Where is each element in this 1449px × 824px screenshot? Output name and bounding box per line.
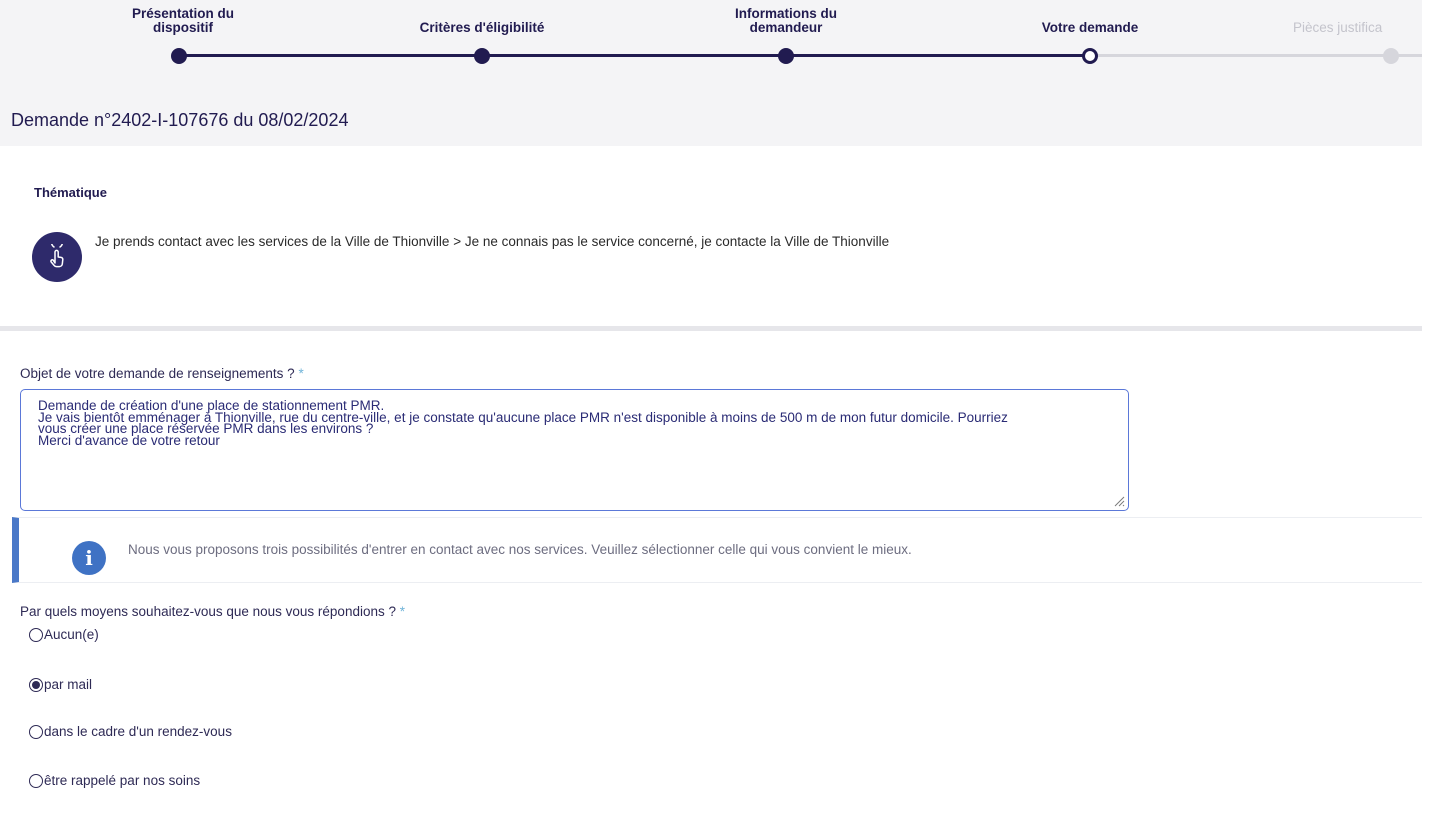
thematique-text: Je prends contact avec les services de l… — [95, 234, 890, 249]
stepper-track-done — [183, 54, 1090, 57]
stepper-track-future — [1090, 54, 1422, 57]
radio-label: être rappelé par nos soins — [44, 773, 201, 788]
touch-hand-icon — [32, 232, 82, 282]
radio-button[interactable] — [29, 677, 43, 692]
radio-button[interactable] — [29, 627, 43, 642]
info-alert: i Nous vous proposons trois possibilités… — [12, 517, 1422, 583]
radio-option-rendez-vous[interactable]: dans le cadre d'un rendez-vous — [29, 724, 232, 739]
radio-label: Aucun(e) — [44, 627, 99, 642]
reponse-label-text: Par quels moyens souhaitez-vous que nous… — [20, 604, 396, 619]
progress-stepper: Présentation du dispositif Critères d'él… — [0, 0, 1422, 75]
radio-option-rappel[interactable]: être rappelé par nos soins — [29, 773, 200, 788]
info-text: Nous vous proposons trois possibilités d… — [128, 542, 912, 557]
step-label-pieces[interactable]: Pièces justifica — [1293, 21, 1433, 35]
radio-button[interactable] — [29, 773, 43, 788]
step-dot-pieces[interactable] — [1383, 48, 1399, 64]
radio-button[interactable] — [29, 724, 43, 739]
step-label-votre-demande[interactable]: Votre demande — [990, 21, 1190, 35]
required-mark: * — [298, 366, 304, 381]
objet-label-text: Objet de votre demande de renseignements… — [20, 366, 295, 381]
radio-option-aucun[interactable]: Aucun(e) — [29, 627, 99, 642]
info-icon: i — [72, 541, 106, 575]
step-label-presentation[interactable]: Présentation du dispositif — [83, 7, 283, 35]
step-label-criteres[interactable]: Critères d'éligibilité — [382, 21, 582, 35]
resize-handle-icon[interactable] — [1113, 495, 1125, 507]
radio-option-par-mail[interactable]: par mail — [29, 677, 92, 692]
header-area: Présentation du dispositif Critères d'él… — [0, 0, 1422, 146]
objet-label: Objet de votre demande de renseignements… — [20, 366, 304, 381]
objet-textarea[interactable]: Demande de création d'une place de stati… — [20, 389, 1129, 511]
reponse-label: Par quels moyens souhaitez-vous que nous… — [20, 604, 405, 619]
step-dot-criteres[interactable] — [474, 48, 490, 64]
section-divider — [0, 326, 1422, 331]
radio-label: par mail — [44, 677, 93, 692]
step-dot-presentation[interactable] — [171, 48, 187, 64]
step-label-informations[interactable]: Informations du demandeur — [686, 7, 886, 35]
thematique-label: Thématique — [34, 185, 107, 200]
step-dot-informations[interactable] — [778, 48, 794, 64]
radio-label: dans le cadre d'un rendez-vous — [44, 724, 232, 739]
step-dot-votre-demande[interactable] — [1082, 48, 1098, 64]
page-title: Demande n°2402-I-107676 du 08/02/2024 — [11, 110, 349, 130]
required-mark: * — [399, 604, 406, 619]
